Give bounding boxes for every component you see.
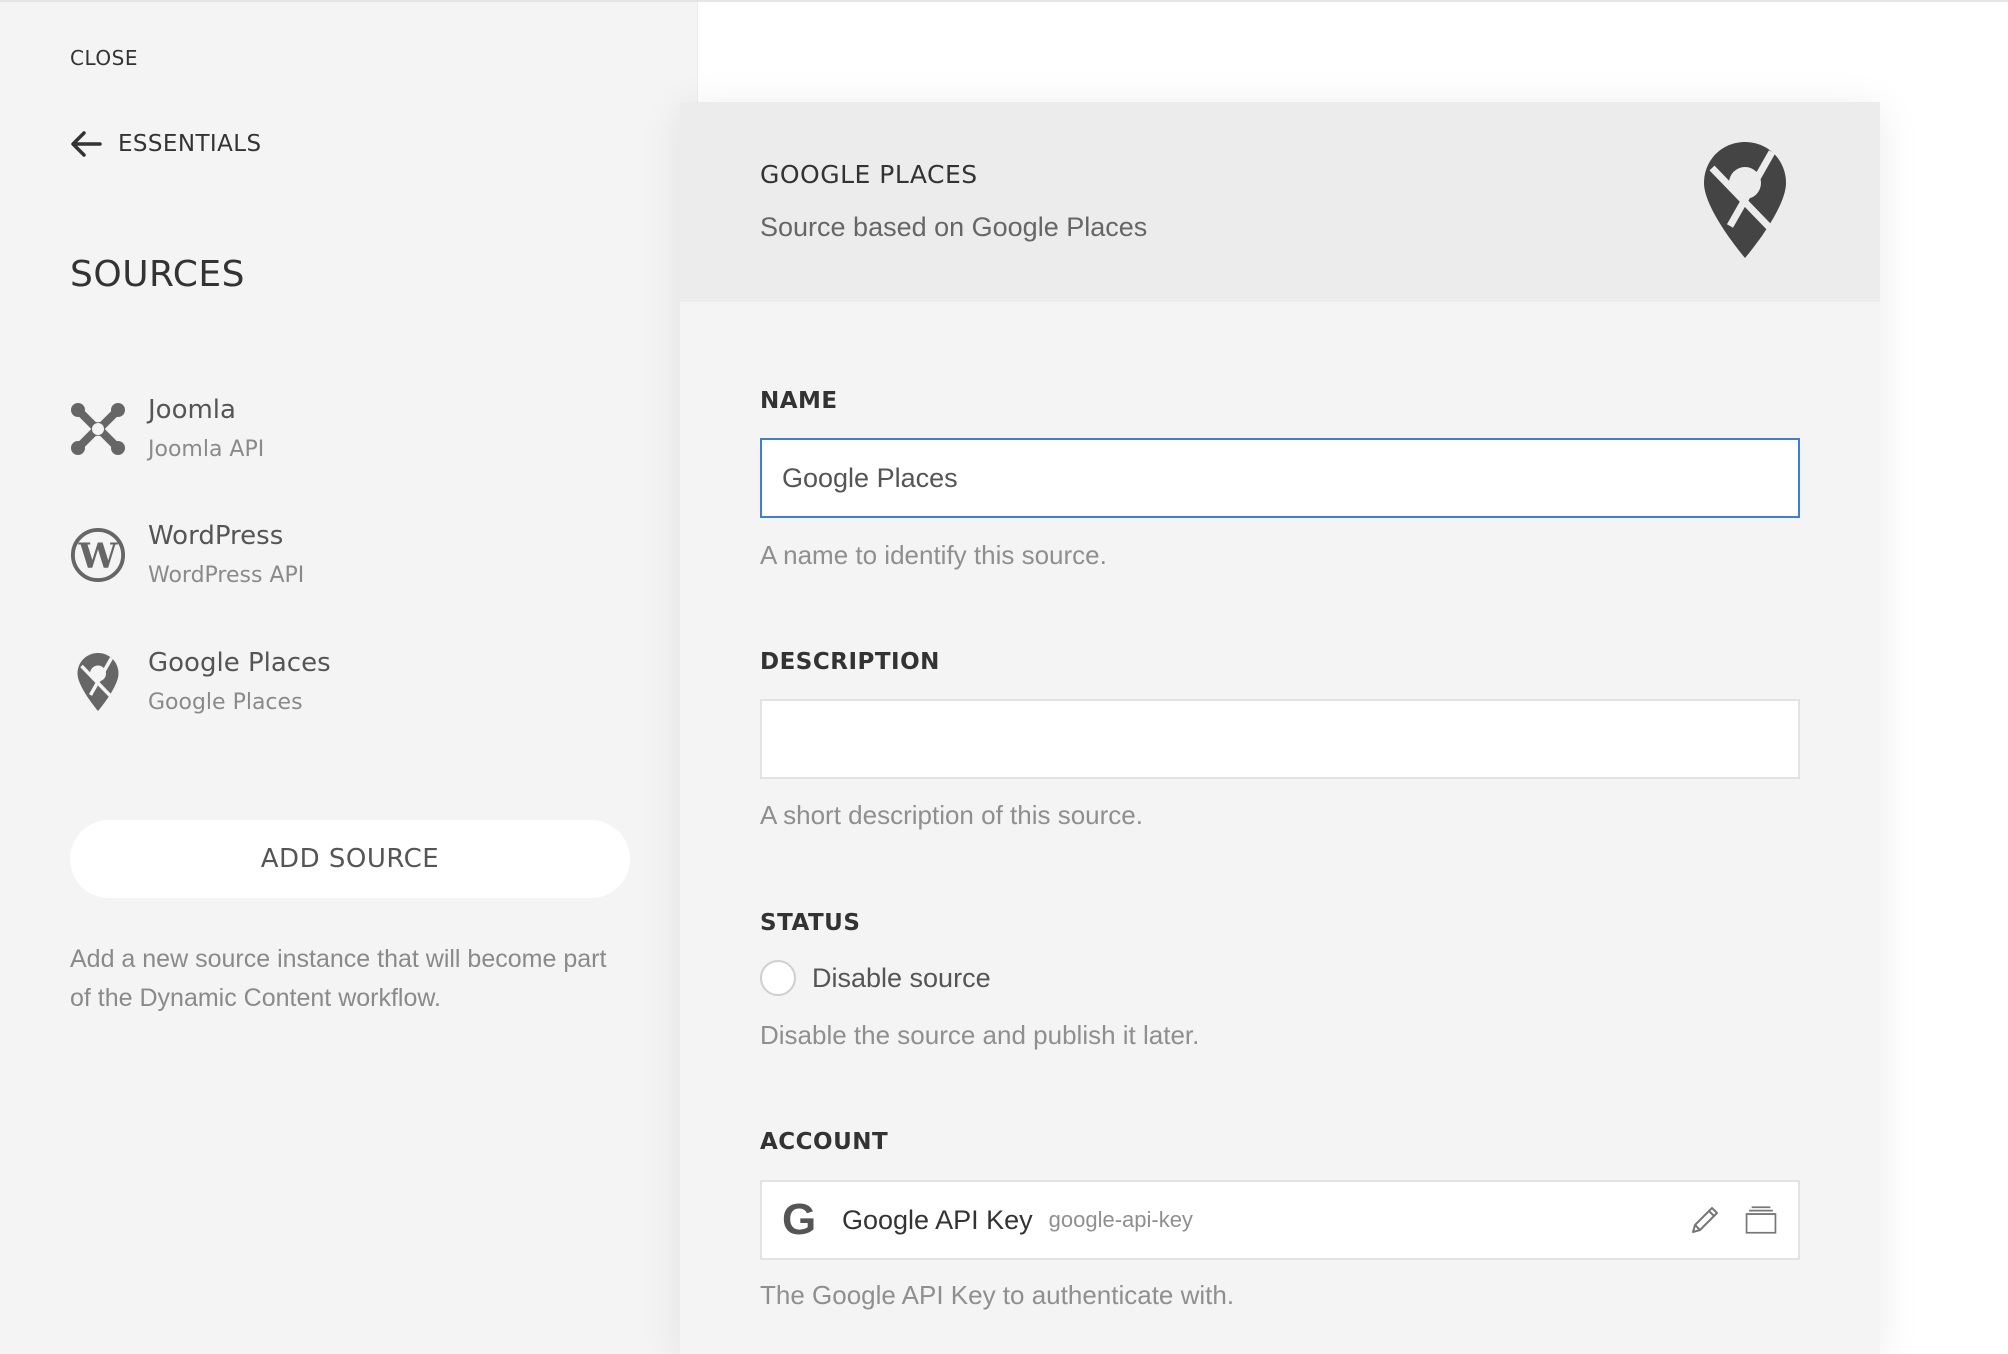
account-name: Google API Key (842, 1204, 1033, 1235)
account-field[interactable]: G Google API Key google-api-key (760, 1180, 1800, 1260)
source-item-wordpress[interactable]: W WordPress WordPress API (70, 520, 304, 590)
account-help: The Google API Key to authenticate with. (760, 1280, 1235, 1310)
source-item-sublabel: Google Places (148, 690, 303, 715)
disable-source-option[interactable]: Disable source (760, 960, 991, 996)
pencil-icon[interactable] (1688, 1203, 1722, 1237)
joomla-icon (70, 398, 126, 460)
close-button[interactable]: CLOSE (70, 46, 138, 70)
arrow-left-icon (71, 131, 102, 157)
wordpress-icon: W (70, 524, 126, 586)
google-icon: G (782, 1195, 817, 1244)
back-to-essentials-link[interactable]: ESSENTIALS (70, 130, 261, 158)
map-pin-icon (1704, 142, 1786, 258)
panel-header: GOOGLE PLACES Source based on Google Pla… (680, 102, 1880, 302)
map-pin-icon (70, 651, 126, 713)
source-item-sublabel: Joomla API (148, 437, 265, 462)
account-label: ACCOUNT (760, 1129, 889, 1155)
source-item-google-places[interactable]: Google Places Google Places (70, 647, 331, 717)
add-source-help: Add a new source instance that will beco… (70, 945, 607, 1012)
source-item-label: Google Places (148, 648, 331, 678)
back-label: ESSENTIALS (118, 131, 262, 157)
source-item-label: Joomla (148, 395, 236, 425)
add-source-button[interactable]: ADD SOURCE (70, 820, 630, 898)
sources-title: SOURCES (70, 254, 245, 295)
name-help: A name to identify this source. (760, 540, 1107, 570)
source-item-sublabel: WordPress API (148, 563, 305, 588)
trash-icon[interactable] (1744, 1203, 1778, 1237)
description-help: A short description of this source. (760, 800, 1143, 830)
status-help: Disable the source and publish it later. (760, 1020, 1200, 1050)
status-label: STATUS (760, 910, 861, 936)
name-input[interactable] (760, 438, 1800, 518)
description-input[interactable] (760, 699, 1800, 779)
account-slug: google-api-key (1048, 1207, 1193, 1232)
sidebar: CLOSE ESSENTIALS SOURCES Joomla Joomla A… (0, 2, 698, 1354)
panel-subtitle: Source based on Google Places (760, 212, 1148, 242)
panel-title: GOOGLE PLACES (760, 160, 978, 189)
source-item-label: WordPress (148, 521, 284, 551)
source-edit-panel: GOOGLE PLACES Source based on Google Pla… (680, 102, 1880, 1354)
disable-source-radio[interactable] (760, 960, 796, 996)
source-item-joomla[interactable]: Joomla Joomla API (70, 394, 264, 464)
description-label: DESCRIPTION (760, 649, 940, 675)
name-label: NAME (760, 388, 838, 414)
disable-source-label: Disable source (812, 962, 991, 993)
svg-text:W: W (77, 536, 118, 577)
